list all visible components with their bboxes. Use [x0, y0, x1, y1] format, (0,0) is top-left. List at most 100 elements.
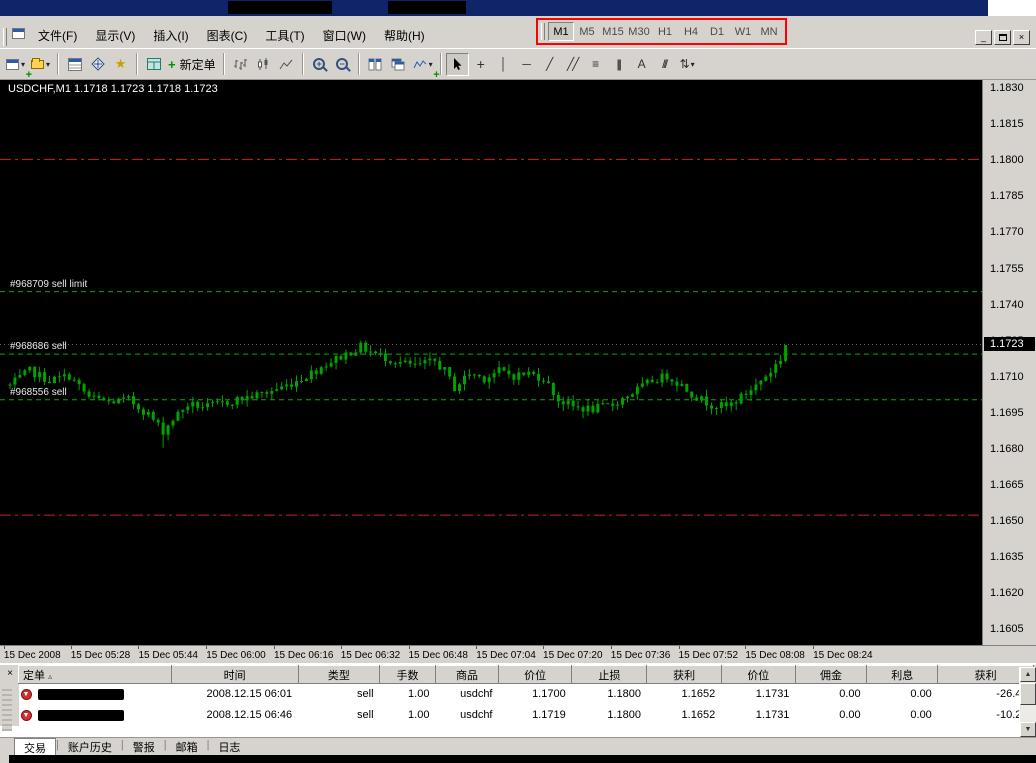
menu-file[interactable]: 文件(F) — [29, 24, 86, 47]
timeframe-m30-button[interactable]: M30 — [626, 22, 652, 41]
trendline-tool-button[interactable]: ╱ — [538, 53, 561, 76]
chart-plot[interactable]: USDCHF,M1 1.1718 1.1723 1.1718 1.1723 #9… — [0, 80, 982, 645]
column-header-sl[interactable]: 止损 — [572, 666, 647, 684]
profiles-icon — [31, 60, 44, 69]
cascade-windows-button[interactable] — [387, 53, 410, 76]
price-axis[interactable]: 1.18301.18151.18001.17851.17701.17551.17… — [982, 80, 1036, 645]
mt4-window: 文件(F) 显示(V) 插入(I) 图表(C) 工具(T) 窗口(W) 帮助(H… — [0, 0, 1036, 763]
timeframe-m1-button[interactable]: M1 — [548, 22, 574, 41]
crosshair-tool-button[interactable]: + — [469, 53, 492, 76]
cursor-tool-button[interactable] — [446, 53, 469, 76]
time-axis-label: 15 Dec 06:00 — [206, 650, 266, 661]
indicators-button[interactable]: + ▾ — [410, 53, 436, 76]
tab-account-history[interactable]: 账户历史 — [59, 738, 121, 756]
column-header-price[interactable]: 价位 — [499, 666, 572, 684]
column-header-order[interactable]: 定单 ▵ — [19, 666, 172, 684]
price-axis-label: 1.1650 — [990, 515, 1024, 527]
timeframe-w1-button[interactable]: W1 — [730, 22, 756, 41]
zoom-in-button[interactable]: + — [308, 53, 331, 76]
plus-icon: + — [26, 71, 32, 80]
order-row[interactable]: ▼ 2008.12.15 06:46 sell 1.00 usdchf 1.17… — [19, 705, 1034, 726]
zoom-in-icon: + — [313, 58, 325, 70]
menu-tools[interactable]: 工具(T) — [256, 24, 313, 47]
timeframe-mn-button[interactable]: MN — [756, 22, 782, 41]
column-header-time[interactable]: 时间 — [171, 666, 298, 684]
order-row[interactable]: ▼ 2008.12.15 06:01 sell 1.00 usdchf 1.17… — [19, 684, 1034, 705]
timeframe-m5-button[interactable]: M5 — [574, 22, 600, 41]
menu-insert[interactable]: 插入(I) — [144, 24, 197, 47]
menu-window[interactable]: 窗口(W) — [314, 24, 375, 47]
terminal-button[interactable] — [142, 53, 165, 76]
terminal-grip[interactable] — [2, 689, 12, 731]
terminal-close-button[interactable]: × — [3, 668, 17, 682]
timeframe-m15-button[interactable]: M15 — [600, 22, 626, 41]
price-axis-label: 1.1695 — [990, 407, 1024, 419]
menu-view[interactable]: 显示(V) — [86, 24, 144, 47]
tab-alerts[interactable]: 警报 — [124, 738, 164, 756]
chart-window-icon[interactable] — [12, 26, 25, 44]
candlestick-chart-icon — [256, 58, 270, 71]
tab-mailbox[interactable]: 邮箱 — [167, 738, 207, 756]
new-chart-icon — [6, 59, 19, 70]
column-header-lots[interactable]: 手数 — [380, 666, 436, 684]
new-order-button[interactable]: +新定单 — [165, 53, 219, 76]
navigator-icon: ★ — [115, 56, 127, 72]
scroll-up-button[interactable]: ▲ — [1020, 667, 1036, 682]
order-sl: 1.1800 — [572, 705, 647, 726]
data-window-icon — [91, 57, 105, 71]
market-watch-button[interactable] — [63, 53, 86, 76]
timeframe-toolbar: M1 M5 M15 M30 H1 H4 D1 W1 MN — [536, 18, 787, 45]
timeframe-d1-button[interactable]: D1 — [704, 22, 730, 41]
tab-journal[interactable]: 日志 — [209, 738, 249, 756]
column-header-commission[interactable]: 佣金 — [795, 666, 866, 684]
close-button[interactable]: × — [1013, 30, 1030, 45]
data-window-button[interactable] — [86, 53, 109, 76]
scrollbar-thumb[interactable] — [1020, 683, 1036, 705]
time-axis[interactable]: 15 Dec 200815 Dec 05:2815 Dec 05:4415 De… — [0, 645, 1036, 663]
crosshair-icon: + — [477, 56, 484, 72]
redaction-block — [228, 1, 332, 14]
timeframe-h4-button[interactable]: H4 — [678, 22, 704, 41]
restore-icon — [999, 34, 1007, 41]
channel-tool-button[interactable]: ╱╱ — [561, 53, 584, 76]
text-tool-button[interactable]: A — [630, 53, 653, 76]
title-bar[interactable] — [0, 0, 1036, 16]
bar-chart-button[interactable] — [229, 53, 252, 76]
column-header-price2[interactable]: 价位 — [721, 666, 795, 684]
vertical-line-tool-button[interactable]: │ — [492, 53, 515, 76]
sort-icon: ▵ — [48, 672, 52, 681]
column-header-swap[interactable]: 利息 — [867, 666, 938, 684]
scroll-down-button[interactable]: ▼ — [1020, 722, 1036, 737]
timeframe-h1-button[interactable]: H1 — [652, 22, 678, 41]
taskbar-fragment — [0, 755, 9, 763]
column-header-tp[interactable]: 获利 — [647, 666, 721, 684]
menu-charts[interactable]: 图表(C) — [198, 24, 257, 47]
shapes-tool-button[interactable]: /// — [653, 53, 676, 76]
tile-windows-button[interactable] — [364, 53, 387, 76]
toolbar-grip[interactable] — [3, 28, 7, 46]
cycle-lines-tool-button[interactable]: ||| — [607, 53, 630, 76]
column-header-type[interactable]: 类型 — [298, 666, 379, 684]
line-chart-button[interactable] — [275, 53, 298, 76]
order-lots: 1.00 — [380, 705, 436, 726]
arrows-tool-button[interactable]: ⇅▾ — [676, 53, 699, 76]
terminal-scrollbar[interactable]: ▲ ▼ — [1019, 667, 1036, 737]
menu-help[interactable]: 帮助(H) — [375, 24, 434, 47]
toolbar-grip[interactable] — [541, 23, 545, 40]
order-commission: 0.00 — [795, 684, 866, 705]
horizontal-line-tool-button[interactable]: ─ — [515, 53, 538, 76]
cursor-icon — [451, 57, 463, 71]
order-swap: 0.00 — [867, 684, 938, 705]
new-chart-button[interactable]: +▾ — [3, 53, 28, 76]
column-header-symbol[interactable]: 商品 — [435, 666, 498, 684]
candlestick-chart-button[interactable] — [252, 53, 275, 76]
order-type: sell — [298, 684, 379, 705]
navigator-button[interactable]: ★ — [109, 53, 132, 76]
order-line-label: #968556 sell — [10, 387, 67, 398]
time-axis-label: 15 Dec 08:08 — [745, 650, 805, 661]
restore-button[interactable] — [994, 30, 1011, 45]
price-axis-label: 1.1740 — [990, 299, 1024, 311]
zoom-out-button[interactable]: − — [331, 53, 354, 76]
fibonacci-tool-button[interactable]: ≡ — [584, 53, 607, 76]
minimize-button[interactable]: _ — [975, 30, 992, 45]
